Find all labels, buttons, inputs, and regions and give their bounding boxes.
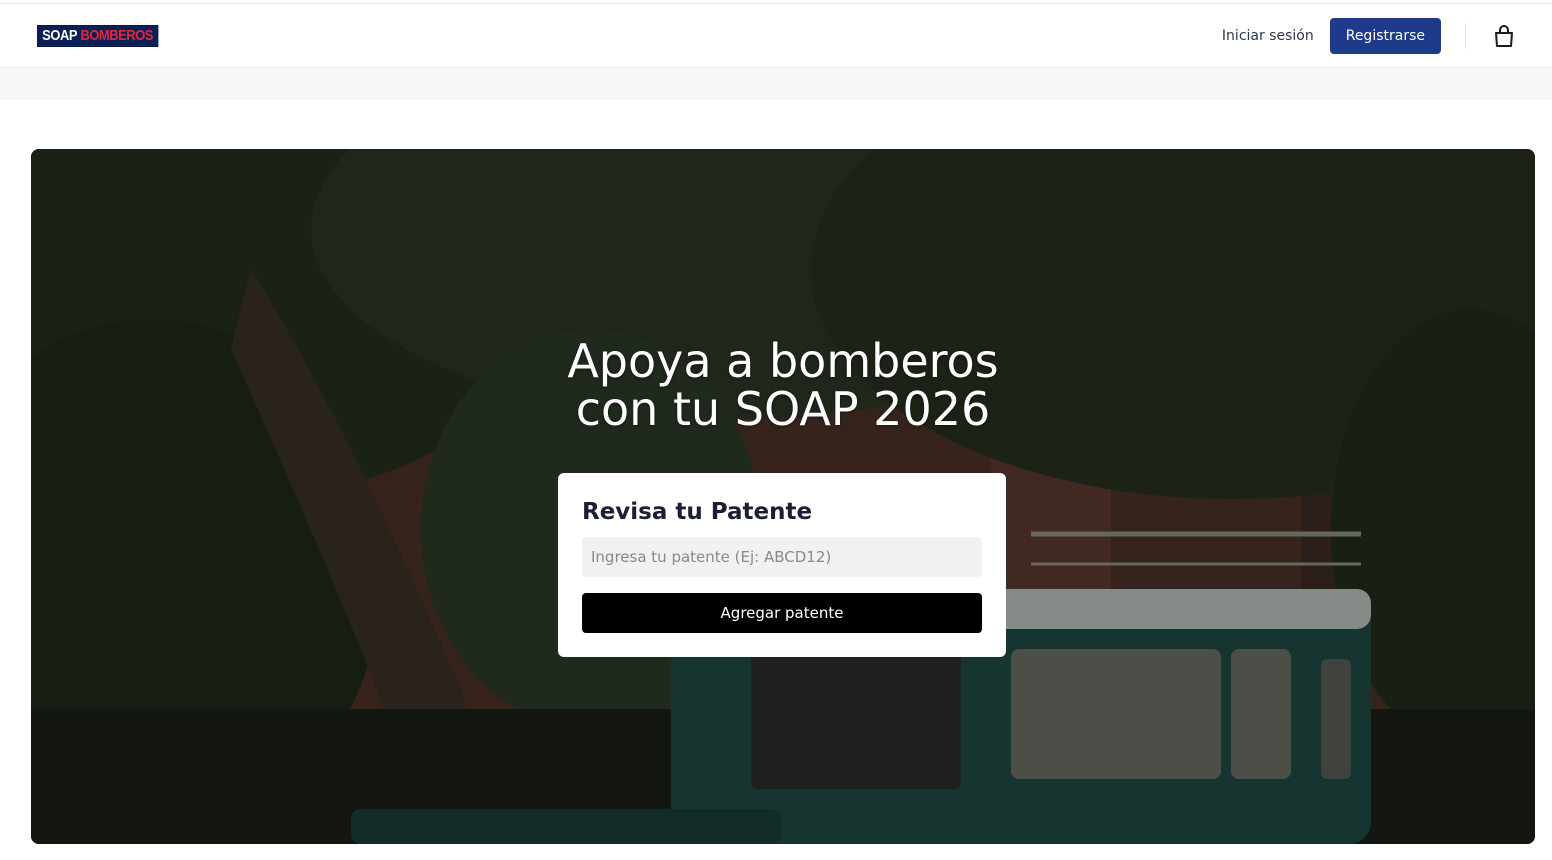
- login-link[interactable]: Iniciar sesión: [1222, 28, 1314, 44]
- header-divider: [1465, 22, 1466, 49]
- site-header: SOAP BOMBEROS Iniciar sesión Registrarse: [0, 4, 1552, 68]
- logo-text-soap: SOAP: [42, 27, 78, 44]
- register-button[interactable]: Registrarse: [1329, 17, 1441, 54]
- sub-bar: [0, 68, 1552, 100]
- hero-banner: Apoya a bomberos con tu SOAP 2026 Revisa…: [31, 149, 1535, 844]
- hero-title-line1: Apoya a bomberos: [567, 334, 999, 388]
- hero-title-line2: con tu SOAP 2026: [575, 382, 991, 436]
- soap-bomberos-logo[interactable]: SOAP BOMBEROS: [37, 24, 159, 47]
- hero-title: Apoya a bomberos con tu SOAP 2026: [31, 337, 1535, 433]
- plate-check-card: Revisa tu Patente Agregar patente: [558, 473, 1006, 657]
- plate-check-title: Revisa tu Patente: [582, 499, 813, 525]
- plate-input[interactable]: [582, 537, 982, 577]
- add-plate-button[interactable]: Agregar patente: [582, 593, 982, 633]
- shopping-bag-icon[interactable]: [1492, 24, 1516, 48]
- logo-text-bomberos: BOMBEROS: [80, 27, 153, 44]
